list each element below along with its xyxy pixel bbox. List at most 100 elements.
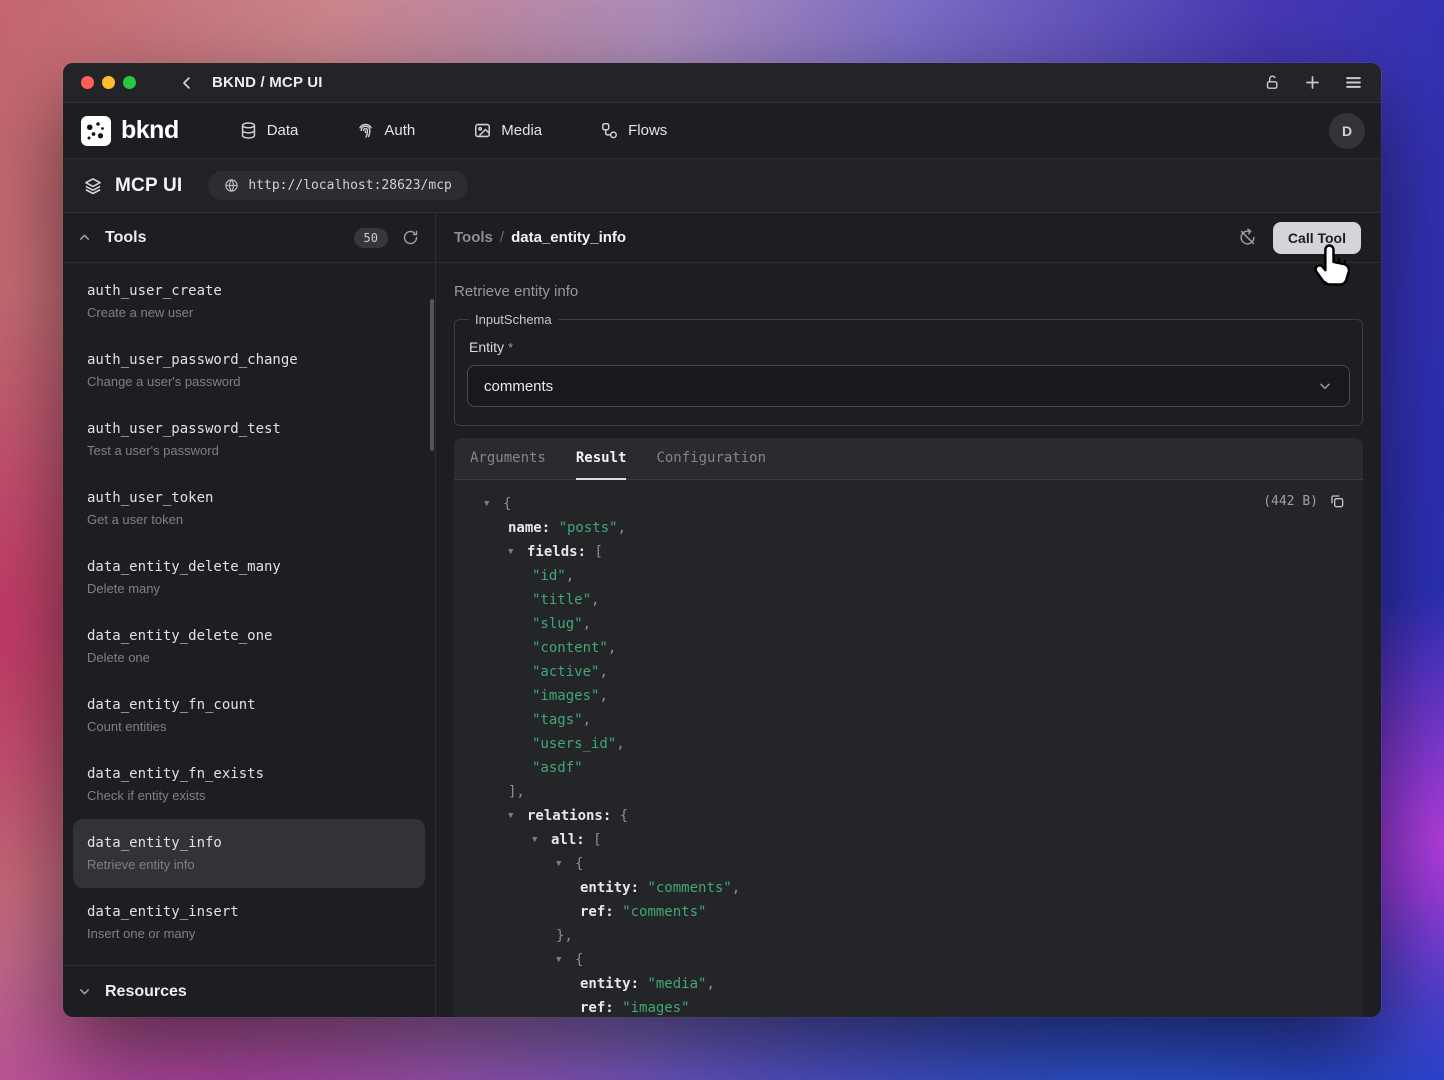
tool-name: data_entity_insert [87,902,411,922]
tool-name: auth_user_token [87,488,411,508]
nav-item-media[interactable]: Media [473,121,542,140]
json-line: ▼{ [470,948,1347,972]
tool-name: data_entity_delete_one [87,626,411,646]
lock-open-icon[interactable] [1264,74,1281,91]
sidebar-item-data_entity_info[interactable]: data_entity_info Retrieve entity info [73,819,425,888]
layers-icon [83,176,103,196]
required-asterisk: * [508,340,513,355]
sidebar-item-data_entity_delete_many[interactable]: data_entity_delete_manyDelete many [63,543,435,612]
collapse-arrow-icon[interactable]: ▼ [556,948,575,972]
json-line: name: "posts", [470,516,1347,540]
tools-section-header[interactable]: Tools 50 [63,213,435,263]
sidebar-item-auth_user_create[interactable]: auth_user_createCreate a new user [63,267,435,336]
main-body: Retrieve entity info InputSchema Entity*… [436,263,1381,1017]
navbar: bknd Data Auth Media Flows D [63,103,1381,158]
server-url-pill[interactable]: http://localhost:28623/mcp [208,171,468,200]
refresh-icon[interactable] [402,229,419,246]
collapse-arrow-icon[interactable]: ▼ [508,540,527,564]
history-off-icon[interactable] [1238,228,1257,247]
sidebar-item-data_entity_delete_one[interactable]: data_entity_delete_one Delete one [63,612,435,681]
input-schema-legend: InputSchema [469,312,558,327]
tool-name: auth_user_password_change [87,350,411,370]
json-line: "images", [470,684,1347,708]
entity-select-value: comments [484,378,553,395]
json-line: ▼relations: { [470,804,1347,828]
page-title: MCP UI [115,175,182,197]
tool-description: Retrieve entity info [454,283,1363,300]
json-line: ], [470,780,1347,804]
menu-icon[interactable] [1344,73,1363,92]
tab-result[interactable]: Result [576,438,627,480]
tool-description: Check if entity exists [87,787,411,805]
json-line: "title", [470,588,1347,612]
json-line: }, [470,924,1347,948]
sidebar-item-auth_user_password_change[interactable]: auth_user_password_change Change a user's… [63,336,435,405]
copy-icon[interactable] [1329,493,1345,509]
call-tool-button[interactable]: Call Tool [1273,222,1361,254]
json-line: entity: "comments", [470,876,1347,900]
json-line: ▼{ [470,852,1347,876]
tool-description: Change a user's password [87,373,411,391]
brand-name: bknd [121,116,179,145]
tool-name: data_entity_delete_many [87,557,411,577]
tool-description: Get a user token [87,511,411,529]
sidebar-item-auth_user_token[interactable]: auth_user_token Get a user token [63,474,435,543]
collapse-arrow-icon[interactable]: ▼ [508,804,527,828]
json-line: ▼all: [ [470,828,1347,852]
sidebar-scrollbar[interactable] [430,299,434,451]
tool-name: auth_user_password_test [87,419,411,439]
json-line: ref: "comments" [470,900,1347,924]
collapse-arrow-icon[interactable]: ▼ [484,492,503,516]
json-line: ▼fields: [ [470,540,1347,564]
fingerprint-icon [356,121,375,140]
sidebar: Tools 50 auth_user_createCreate a new us… [63,213,436,1017]
nav-item-flows[interactable]: Flows [600,121,667,140]
globe-icon [224,178,239,193]
json-line: "active", [470,660,1347,684]
tab-arguments[interactable]: Arguments [470,438,546,480]
nav-item-data[interactable]: Data [239,121,299,140]
collapse-arrow-icon[interactable]: ▼ [556,852,575,876]
json-line: entity: "media", [470,972,1347,996]
json-line: "id", [470,564,1347,588]
breadcrumb-current: data_entity_info [511,229,626,246]
app-window: BKND / MCP UI bknd Data Auth Media Flows D [63,63,1381,1017]
tools-section-title: Tools [105,229,146,247]
chevron-up-icon [77,230,92,245]
entity-field-label: Entity* [469,339,1348,355]
close-window-button[interactable] [81,76,94,89]
json-line: ▼{ [470,492,1347,516]
breadcrumb-section[interactable]: Tools [454,229,493,246]
json-tree: ▼{name: "posts",▼fields: ["id","title","… [470,492,1347,1017]
resources-section-header[interactable]: Resources [63,965,435,1017]
sidebar-item-data_entity_insert[interactable]: data_entity_insertInsert one or many [63,888,435,957]
tab-configuration[interactable]: Configuration [656,438,766,480]
sidebar-item-auth_user_password_test[interactable]: auth_user_password_testTest a user's pas… [63,405,435,474]
json-line: "asdf" [470,756,1347,780]
sidebar-item-data_entity_fn_exists[interactable]: data_entity_fn_exists Check if entity exi… [63,750,435,819]
sidebar-item-data_entity_fn_count[interactable]: data_entity_fn_countCount entities [63,681,435,750]
zoom-window-button[interactable] [123,76,136,89]
tool-description: Delete one [87,649,411,667]
window-title: BKND / MCP UI [212,74,323,91]
nav-item-label: Flows [628,122,667,139]
server-url: http://localhost:28623/mcp [248,178,452,193]
back-icon[interactable] [178,74,196,92]
database-icon [239,121,258,140]
tool-description: Retrieve entity info [87,856,411,874]
json-line: "users_id", [470,732,1347,756]
brand-logo[interactable]: bknd [79,116,181,146]
nav-item-auth[interactable]: Auth [356,121,415,140]
minimize-window-button[interactable] [102,76,115,89]
workflow-icon [600,121,619,140]
main-panel: Tools / data_entity_info Call Tool Retri… [436,213,1381,1017]
collapse-arrow-icon[interactable]: ▼ [532,828,551,852]
avatar[interactable]: D [1329,113,1365,149]
tool-name: data_entity_fn_exists [87,764,411,784]
json-line: ref: "images" [470,996,1347,1017]
entity-select[interactable]: comments [467,365,1350,407]
tool-name: data_entity_info [87,833,411,853]
chevron-down-icon [1317,378,1333,394]
result-body: (442 B) ▼{name: "posts",▼fields: ["id","… [454,480,1363,1017]
plus-icon[interactable] [1303,73,1322,92]
